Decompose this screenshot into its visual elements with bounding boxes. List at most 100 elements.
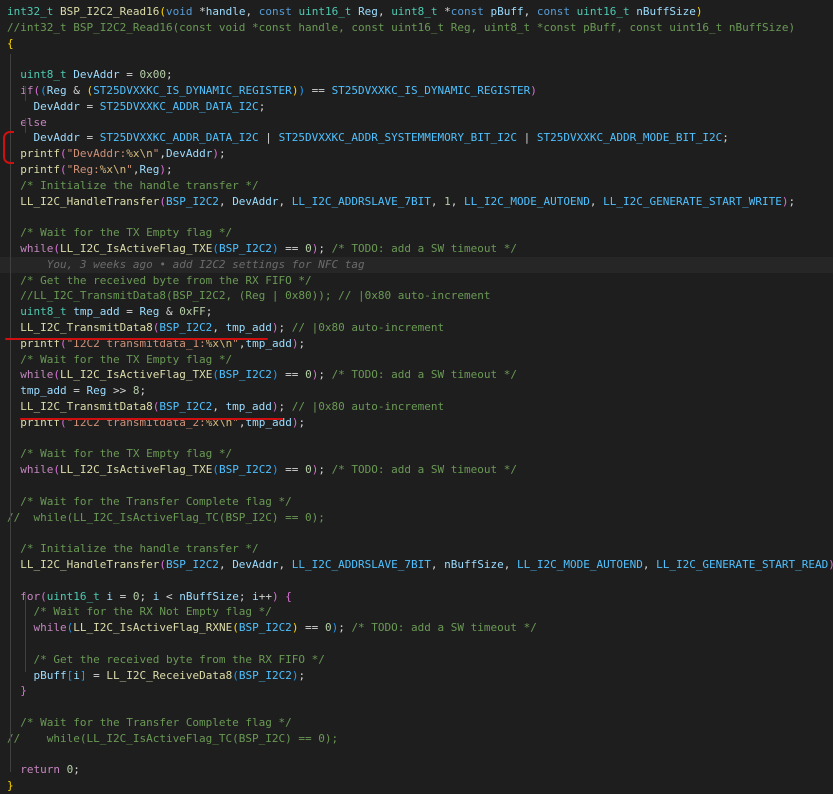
code-line[interactable]: /* Wait for the RX Not Empty flag */ [0,604,833,620]
code-line[interactable]: // while(LL_I2C_IsActiveFlag_TC(BSP_I2C)… [0,731,833,747]
code-line[interactable] [0,431,833,447]
code-line[interactable]: /* Wait for the Transfer Complete flag *… [0,494,833,510]
code-line[interactable] [0,747,833,763]
code-line[interactable]: while(LL_I2C_IsActiveFlag_TXE(BSP_I2C2) … [0,367,833,383]
code-token-macro: ST25DVXXKC_ADDR_DATA_I2C [99,131,259,145]
code-token-text: , [218,558,233,571]
code-token-text: & [159,305,180,319]
code-line[interactable]: /* Wait for the TX Empty flag */ [0,225,833,241]
code-token-variable: nBuffSize [179,589,239,603]
code-token-text: * [437,5,451,18]
code-token-number: 0 [305,463,312,477]
code-line[interactable]: /* Initialize the handle transfer */ [0,178,833,194]
code-line[interactable] [0,525,833,541]
code-line[interactable]: if((Reg & (ST25DVXXKC_IS_DYNAMIC_REGISTE… [0,83,833,99]
code-token-text: | [516,131,537,145]
red-underline-annotation-1 [5,338,268,340]
code-line[interactable]: /* Get the received byte from the RX FIF… [0,273,833,289]
code-token-text: >> [106,384,133,398]
code-line[interactable] [0,699,833,715]
code-editor[interactable]: int32_t BSP_I2C2_Read16(void *handle, co… [0,0,833,792]
code-line[interactable]: tmp_add = Reg >> 8; [0,383,833,399]
code-token-text: ; [258,99,266,113]
code-token-comment: /* Wait for the RX Not Empty flag */ [33,605,272,619]
code-token-comment: /* Wait for the Transfer Complete flag *… [20,494,292,508]
code-line[interactable] [0,209,833,225]
code-line[interactable]: uint8_t DevAddr = 0x00; [0,67,833,83]
red-bracket-annotation [3,131,14,164]
code-line[interactable]: { [0,36,833,52]
code-token-bracket1: } [7,779,14,793]
code-line[interactable]: while(LL_I2C_IsActiveFlag_RXNE(BSP_I2C2)… [0,620,833,636]
code-line[interactable]: DevAddr = ST25DVXXKC_ADDR_DATA_I2C | ST2… [0,130,833,146]
code-line[interactable] [0,573,833,589]
code-line[interactable]: pBuff[i] = LL_I2C_ReceiveData8(BSP_I2C2)… [0,668,833,684]
code-line[interactable]: for(uint16_t i = 0; i < nBuffSize; i++) … [0,589,833,605]
code-token-macro: BSP_I2C2 [165,194,219,208]
code-line[interactable]: DevAddr = ST25DVXXKC_ADDR_DATA_I2C; [0,99,833,115]
code-line[interactable]: while(LL_I2C_IsActiveFlag_TXE(BSP_I2C2) … [0,241,833,257]
code-line[interactable]: // while(LL_I2C_IsActiveFlag_TC(BSP_I2C)… [0,510,833,526]
code-line[interactable]: /* Initialize the handle transfer */ [0,541,833,557]
code-token-text: ; [788,194,796,208]
code-token-macro: ST25DVXXKC_ADDR_MODE_BIT_I2C [536,131,723,145]
code-token-text: = [119,68,140,82]
code-token-bracket3: ) [271,242,279,255]
code-token-comment: //int32_t BSP_I2C2_Read16(const void *co… [7,20,796,34]
code-line[interactable]: LL_I2C_HandleTransfer(BSP_I2C2, DevAddr,… [0,194,833,210]
code-token-variable: Reg [358,5,378,18]
code-line[interactable] [0,478,833,494]
code-line[interactable]: //LL_I2C_TransmitData8(BSP_I2C2, (Reg | … [0,288,833,304]
code-line[interactable]: /* Get the received byte from the RX FIF… [0,652,833,668]
code-token-text: = [79,99,100,113]
code-line[interactable] [0,636,833,652]
code-token-control: while [20,242,54,255]
code-line[interactable]: printf("Reg:%x\n",Reg); [0,162,833,178]
code-token-control: return [20,763,60,777]
code-token-bracket2: ) [159,163,166,176]
code-line[interactable]: while(LL_I2C_IsActiveFlag_TXE(BSP_I2C2) … [0,462,833,478]
code-token-text: ; [318,368,332,382]
code-line[interactable]: //int32_t BSP_I2C2_Read16(const void *co… [0,20,833,36]
code-line[interactable] [0,51,833,67]
code-line[interactable]: uint8_t tmp_add = Reg & 0xFF; [0,304,833,320]
code-token-text: * [192,5,206,18]
code-line[interactable]: LL_I2C_TransmitData8(BSP_I2C2, tmp_add);… [0,399,833,415]
code-line[interactable]: /* Wait for the Transfer Complete flag *… [0,715,833,731]
code-token-function: LL_I2C_IsActiveFlag_TXE [60,242,213,255]
code-line[interactable]: int32_t BSP_I2C2_Read16(void *handle, co… [0,4,833,20]
code-token-bracket2: ) [271,589,279,603]
git-blame-line[interactable]: You, 3 weeks ago • add I2C2 settings for… [0,256,833,273]
code-token-text: , [642,558,657,571]
code-token-function: LL_I2C_ReceiveData8 [106,668,233,682]
code-line[interactable]: printf("DevAddr:%x\n",DevAddr); [0,146,833,162]
code-token-string: " [126,163,133,176]
code-token-keyword: void [165,5,193,18]
code-line[interactable]: LL_I2C_TransmitData8(BSP_I2C2, tmp_add);… [0,320,833,336]
code-line[interactable]: /* Wait for the TX Empty flag */ [0,446,833,462]
code-token-macro: BSP_I2C2 [159,400,213,413]
code-line[interactable]: return 0; [0,762,833,778]
code-token-type: uint8_t [20,305,67,319]
code-token-variable: handle [205,5,246,18]
code-line[interactable]: LL_I2C_HandleTransfer(BSP_I2C2, DevAddr,… [0,557,833,573]
code-token-number: 1 [444,194,451,208]
code-token-string: "DevAddr: [66,147,127,161]
code-line[interactable]: } [0,683,833,699]
code-token-variable: Reg [86,384,107,398]
code-token-variable: DevAddr [73,68,120,82]
code-token-text: == [278,242,306,255]
code-line[interactable]: /* Wait for the TX Empty flag */ [0,352,833,368]
code-line[interactable]: else [0,115,833,131]
